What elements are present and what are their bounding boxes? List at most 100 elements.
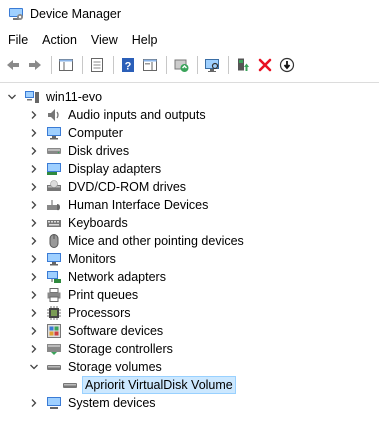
enable-device-button[interactable] xyxy=(233,55,253,75)
action-pane-icon xyxy=(143,59,157,71)
show-hide-tree-button[interactable] xyxy=(56,55,76,75)
tree-item-storage-controllers[interactable]: Storage controllers xyxy=(28,340,175,358)
tree-item-label: Mice and other pointing devices xyxy=(68,234,244,248)
tree-item-label: System devices xyxy=(68,396,156,410)
device-manager-icon xyxy=(9,8,23,20)
tree-item-label: Network adapters xyxy=(68,270,166,284)
tree-item-computer[interactable]: Computer xyxy=(28,124,125,142)
chevron-right-icon[interactable] xyxy=(28,199,40,211)
software-device-icon xyxy=(46,323,62,339)
tree-root-label: win11-evo xyxy=(46,90,103,104)
tree-item-storage-volumes[interactable]: Storage volumes xyxy=(28,358,164,376)
show-hide-tree-icon xyxy=(59,59,73,71)
keyboard-icon xyxy=(46,215,62,231)
chevron-right-icon[interactable] xyxy=(28,325,40,337)
tree-item-display-adapters[interactable]: Display adapters xyxy=(28,160,163,178)
toolbar-separator xyxy=(197,56,198,74)
chevron-right-icon[interactable] xyxy=(28,307,40,319)
update-driver-button[interactable] xyxy=(171,55,191,75)
printer-icon xyxy=(46,287,62,303)
tree-item-disk-drives[interactable]: Disk drives xyxy=(28,142,131,160)
action-pane-button[interactable] xyxy=(140,55,160,75)
chevron-right-icon[interactable] xyxy=(28,253,40,265)
chevron-right-icon[interactable] xyxy=(28,397,40,409)
chevron-right-icon[interactable] xyxy=(28,109,40,121)
svg-text:?: ? xyxy=(125,61,132,73)
dvd-icon xyxy=(46,179,62,195)
menu-view[interactable]: View xyxy=(84,30,125,50)
tree-item-label: DVD/CD-ROM drives xyxy=(68,180,187,194)
storage-volume-icon xyxy=(46,359,62,375)
chevron-down-icon[interactable] xyxy=(6,91,18,103)
scan-hardware-icon xyxy=(205,59,219,72)
toolbar-separator xyxy=(82,56,83,74)
chevron-right-icon[interactable] xyxy=(28,271,40,283)
menu-file[interactable]: File xyxy=(0,30,35,50)
toolbar-separator xyxy=(228,56,229,74)
chevron-right-icon[interactable] xyxy=(28,145,40,157)
tree-item-label: Monitors xyxy=(68,252,116,266)
disable-device-icon xyxy=(279,57,295,73)
tree-item-label: Print queues xyxy=(68,288,139,302)
tree-item-processors[interactable]: Processors xyxy=(28,304,133,322)
tree-item-label: Apriorit VirtualDisk Volume xyxy=(82,376,236,394)
tree-root[interactable]: win11-evo xyxy=(6,88,104,106)
window-title: Device Manager xyxy=(30,7,122,21)
system-devices-icon xyxy=(46,395,62,411)
tree-item-keyboards[interactable]: Keyboards xyxy=(28,214,130,232)
help-button[interactable]: ? xyxy=(118,55,138,75)
processor-icon xyxy=(46,305,62,321)
network-icon xyxy=(46,269,62,285)
tree-item-label: Display adapters xyxy=(68,162,162,176)
tree-item-volume-child-selected[interactable]: Apriorit VirtualDisk Volume xyxy=(46,376,236,394)
tree-item-software-devices[interactable]: Software devices xyxy=(28,322,165,340)
tree-item-dvd[interactable]: DVD/CD-ROM drives xyxy=(28,178,188,196)
speaker-icon xyxy=(46,107,62,123)
chevron-right-icon[interactable] xyxy=(28,163,40,175)
back-button[interactable] xyxy=(3,55,23,75)
tree-item-mice[interactable]: Mice and other pointing devices xyxy=(28,232,246,250)
menu-action[interactable]: Action xyxy=(35,30,84,50)
tree-item-label: Disk drives xyxy=(68,144,130,158)
chevron-right-icon[interactable] xyxy=(28,235,40,247)
forward-button[interactable] xyxy=(25,55,45,75)
chevron-right-icon[interactable] xyxy=(28,289,40,301)
chevron-down-icon[interactable] xyxy=(28,361,40,373)
scan-hardware-button[interactable] xyxy=(202,55,222,75)
properties-button[interactable] xyxy=(87,55,107,75)
chevron-right-icon[interactable] xyxy=(28,127,40,139)
chevron-right-icon[interactable] xyxy=(28,343,40,355)
uninstall-device-icon xyxy=(258,58,272,72)
enable-device-icon xyxy=(238,58,249,71)
hid-icon xyxy=(46,197,62,213)
help-icon: ? xyxy=(122,58,134,73)
tree-item-label: Processors xyxy=(68,306,131,320)
tree-item-network[interactable]: Network adapters xyxy=(28,268,168,286)
tree-item-print-queues[interactable]: Print queues xyxy=(28,286,140,304)
storage-controller-icon xyxy=(46,341,62,357)
tree-item-label: Software devices xyxy=(68,324,164,338)
monitor-icon xyxy=(46,125,62,141)
properties-icon xyxy=(91,58,103,72)
chevron-right-icon[interactable] xyxy=(28,217,40,229)
toolbar: ? xyxy=(0,52,379,78)
tree-item-audio[interactable]: Audio inputs and outputs xyxy=(28,106,208,124)
forward-icon xyxy=(29,60,41,70)
toolbar-separator xyxy=(166,56,167,74)
tree-item-label: Human Interface Devices xyxy=(68,198,209,212)
device-tree[interactable]: win11-evo Audio inputs and outputs Compu… xyxy=(0,82,379,423)
uninstall-device-button[interactable] xyxy=(255,55,275,75)
tree-item-label: Audio inputs and outputs xyxy=(68,108,206,122)
chevron-right-icon[interactable] xyxy=(28,181,40,193)
tree-item-system-devices[interactable]: System devices xyxy=(28,394,158,412)
tree-item-hid[interactable]: Human Interface Devices xyxy=(28,196,210,214)
tree-item-label: Keyboards xyxy=(68,216,128,230)
disable-device-button[interactable] xyxy=(277,55,297,75)
update-driver-icon xyxy=(174,59,189,72)
tree-item-label: Storage controllers xyxy=(68,342,173,356)
tree-item-label: Computer xyxy=(68,126,123,140)
tree-item-monitors[interactable]: Monitors xyxy=(28,250,118,268)
display-adapter-icon xyxy=(46,161,62,177)
storage-volume-icon xyxy=(62,377,78,393)
menu-help[interactable]: Help xyxy=(125,30,165,50)
